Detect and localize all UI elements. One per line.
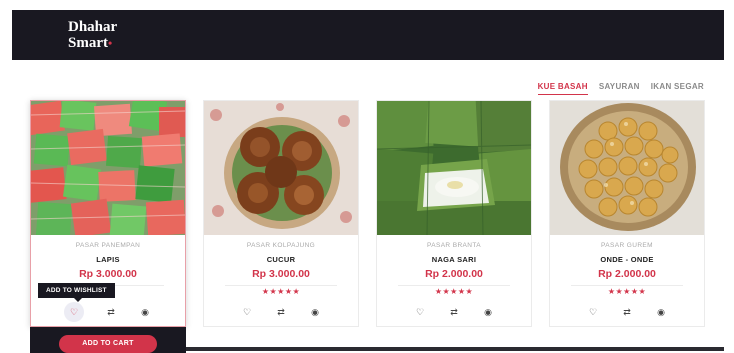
lapis-cake-photo xyxy=(31,101,185,235)
product-name[interactable]: CUCUR xyxy=(204,255,358,264)
product-image-onde-onde[interactable] xyxy=(550,101,704,235)
product-divider xyxy=(225,285,337,286)
product-actions-cucur: ♡ ⇄ ◉ xyxy=(204,305,358,319)
add-to-cart-bar: ADD TO CART xyxy=(30,327,186,353)
onde-onde-photo xyxy=(550,101,704,235)
compare-icon[interactable]: ⇄ xyxy=(274,305,288,319)
rating-stars-icon: ★★★★★ xyxy=(607,287,647,296)
product-name[interactable]: ONDE - ONDE xyxy=(550,255,704,264)
wishlist-tooltip: ADD TO WISHLIST xyxy=(38,283,115,302)
product-actions-lapis: ♡ ⇄ ◉ xyxy=(31,302,185,322)
page: Dhahar Smart• KUE BASAH SAYURAN IKAN SEG… xyxy=(0,0,734,353)
product-meta-lapis: PASAR PANEMPAN LAPIS Rp 3.000.00 xyxy=(31,241,185,286)
compare-icon[interactable]: ⇄ xyxy=(447,305,461,319)
brand-line1: Dhahar xyxy=(68,19,118,35)
tab-sayuran[interactable]: SAYURAN xyxy=(599,82,640,95)
product-card-onde-onde[interactable]: PASAR GUREM ONDE - ONDE Rp 2.000.00 ★★★★… xyxy=(549,100,705,327)
naga-sari-photo xyxy=(377,101,531,235)
quick-view-eye-icon[interactable]: ◉ xyxy=(481,305,495,319)
tab-kue-basah[interactable]: KUE BASAH xyxy=(537,82,588,95)
product-seller: PASAR GUREM xyxy=(601,242,653,249)
product-seller: PASAR BRANTA xyxy=(426,242,482,249)
quick-view-eye-icon[interactable]: ◉ xyxy=(654,305,668,319)
wishlist-heart-icon[interactable]: ♡ xyxy=(64,302,84,322)
quick-view-eye-icon[interactable]: ◉ xyxy=(138,305,152,319)
wishlist-heart-icon[interactable]: ♡ xyxy=(586,305,600,319)
product-price: Rp 3.000.00 xyxy=(79,268,137,280)
product-seller: PASAR PANEMPAN xyxy=(75,242,141,249)
product-meta-naga-sari: PASAR BRANTA NAGA SARI Rp 2.000.00 ★★★★★ xyxy=(377,241,531,296)
product-image-cucur[interactable] xyxy=(204,101,358,235)
product-meta-onde-onde: PASAR GUREM ONDE - ONDE Rp 2.000.00 ★★★★… xyxy=(550,241,704,296)
compare-icon[interactable]: ⇄ xyxy=(620,305,634,319)
brand-line2-text: Smart xyxy=(68,35,108,51)
bottom-divider xyxy=(186,347,724,351)
rating-stars-icon: ★★★★★ xyxy=(261,287,301,296)
product-image-naga-sari[interactable] xyxy=(377,101,531,235)
product-name[interactable]: NAGA SARI xyxy=(377,255,531,264)
product-divider xyxy=(571,285,683,286)
cucur-cake-photo xyxy=(204,101,358,235)
product-seller: PASAR KOLPAJUNG xyxy=(246,242,316,249)
product-actions-naga-sari: ♡ ⇄ ◉ xyxy=(377,305,531,319)
product-price: Rp 3.000.00 xyxy=(252,268,310,280)
product-actions-onde-onde: ♡ ⇄ ◉ xyxy=(550,305,704,319)
header-bar: Dhahar Smart• xyxy=(12,10,724,60)
brand-logo[interactable]: Dhahar Smart• xyxy=(68,19,117,51)
compare-icon[interactable]: ⇄ xyxy=(104,305,118,319)
add-to-cart-button[interactable]: ADD TO CART xyxy=(59,335,157,353)
product-price: Rp 2.000.00 xyxy=(425,268,483,280)
product-divider xyxy=(398,285,510,286)
product-meta-cucur: PASAR KOLPAJUNG CUCUR Rp 3.000.00 ★★★★★ xyxy=(204,241,358,296)
rating-stars-icon: ★★★★★ xyxy=(434,287,474,296)
wishlist-heart-icon[interactable]: ♡ xyxy=(413,305,427,319)
product-name[interactable]: LAPIS xyxy=(31,255,185,264)
product-image-lapis[interactable] xyxy=(31,101,185,235)
wishlist-heart-icon[interactable]: ♡ xyxy=(240,305,254,319)
brand-dot-icon: • xyxy=(108,36,113,50)
category-tabs: KUE BASAH SAYURAN IKAN SEGAR xyxy=(537,82,704,95)
quick-view-eye-icon[interactable]: ◉ xyxy=(308,305,322,319)
product-price: Rp 2.000.00 xyxy=(598,268,656,280)
brand-line2: Smart• xyxy=(68,35,117,51)
product-card-naga-sari[interactable]: PASAR BRANTA NAGA SARI Rp 2.000.00 ★★★★★… xyxy=(376,100,532,327)
product-card-cucur[interactable]: PASAR KOLPAJUNG CUCUR Rp 3.000.00 ★★★★★ … xyxy=(203,100,359,327)
tab-ikan-segar[interactable]: IKAN SEGAR xyxy=(651,82,704,95)
